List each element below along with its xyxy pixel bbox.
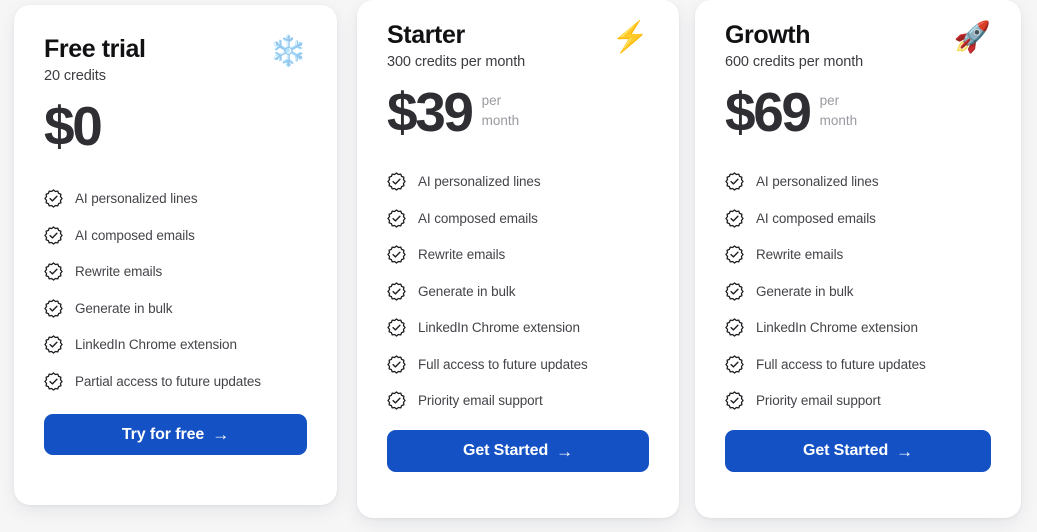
plan-credits: 300 credits per month [387, 54, 526, 70]
feature-label: AI personalized lines [75, 191, 198, 206]
feature-item: Generate in bulk [44, 298, 307, 318]
snowflake-icon: ❄️ [269, 35, 307, 68]
card-header: Free trial 20 credits ❄️ [44, 35, 307, 84]
feature-item: Partial access to future updates [44, 371, 307, 391]
feature-label: Partial access to future updates [75, 373, 261, 389]
feature-item: AI personalized lines [387, 172, 649, 191]
price-row: $39 per month [387, 84, 649, 146]
feature-label: LinkedIn Chrome extension [75, 337, 237, 352]
feature-item: Full access to future updates [387, 354, 649, 374]
feature-label: Generate in bulk [75, 300, 173, 316]
price-row: $69 per month [725, 84, 991, 146]
badge-check-icon [725, 172, 744, 191]
pricing-plans-container: Free trial 20 credits ❄️ $0 AI personali… [0, 0, 1037, 532]
feature-label: Generate in bulk [756, 283, 854, 299]
feature-item: Priority email support [387, 391, 649, 410]
pricing-card-starter: Starter 300 credits per month ⚡ $39 per … [357, 0, 679, 518]
feature-item: AI composed emails [44, 225, 307, 245]
feature-item: AI composed emails [387, 208, 649, 228]
badge-check-icon [44, 371, 63, 391]
cta-label: Get Started [462, 442, 549, 459]
arrow-right-icon: → [896, 441, 914, 461]
rocket-icon: 🚀 [953, 21, 991, 54]
badge-check-icon [44, 335, 63, 354]
feature-label: Priority email support [756, 393, 881, 408]
badge-check-icon [725, 354, 744, 374]
feature-label: Full access to future updates [756, 356, 926, 372]
feature-label: LinkedIn Chrome extension [756, 320, 918, 335]
badge-check-icon [387, 318, 406, 337]
plan-credits: 20 credits [44, 68, 106, 84]
feature-item: Rewrite emails [725, 245, 991, 264]
feature-item: Full access to future updates [725, 354, 991, 374]
feature-label: AI personalized lines [756, 174, 879, 189]
plan-price-period: per month [481, 93, 520, 128]
badge-check-icon [387, 208, 406, 228]
badge-check-icon [725, 318, 744, 337]
feature-label: Generate in bulk [418, 283, 516, 299]
card-header: Starter 300 credits per month ⚡ [387, 21, 649, 70]
get-started-button-starter[interactable]: Get Started → [387, 430, 649, 472]
plan-name: Starter [387, 21, 465, 49]
badge-check-icon [387, 245, 406, 264]
feature-label: AI personalized lines [418, 174, 541, 189]
feature-item: LinkedIn Chrome extension [725, 318, 991, 337]
lightning-bolt-icon: ⚡ [611, 21, 649, 54]
feature-label: AI composed emails [756, 210, 876, 226]
cta-label: Get Started [802, 442, 889, 459]
badge-check-icon [44, 189, 63, 208]
badge-check-icon [725, 391, 744, 410]
feature-item: Generate in bulk [387, 281, 649, 301]
pricing-card-growth: Growth 600 credits per month 🚀 $69 per m… [695, 0, 1021, 518]
pricing-card-free-trial: Free trial 20 credits ❄️ $0 AI personali… [14, 5, 337, 505]
feature-label: Rewrite emails [418, 247, 506, 262]
feature-label: Rewrite emails [75, 264, 163, 279]
feature-item: Rewrite emails [44, 262, 307, 281]
plan-name: Growth [725, 21, 811, 49]
badge-check-icon [387, 281, 406, 301]
feature-item: AI composed emails [725, 208, 991, 228]
feature-item: Generate in bulk [725, 281, 991, 301]
feature-label: Priority email support [418, 393, 543, 408]
cta-label: Try for free [121, 425, 205, 443]
plan-credits: 600 credits per month [725, 54, 864, 70]
get-started-button-growth[interactable]: Get Started → [725, 430, 991, 472]
feature-item: AI personalized lines [44, 189, 307, 208]
badge-check-icon [725, 281, 744, 301]
plan-price: $69 [725, 81, 812, 143]
feature-item: LinkedIn Chrome extension [387, 318, 649, 337]
badge-check-icon [44, 298, 63, 318]
badge-check-icon [725, 245, 744, 264]
badge-check-icon [44, 225, 63, 245]
feature-item: AI personalized lines [725, 172, 991, 191]
badge-check-icon [387, 391, 406, 410]
feature-label: Full access to future updates [418, 356, 588, 372]
plan-price-period: per month [819, 93, 858, 128]
plan-price: $39 [387, 81, 474, 143]
arrow-right-icon: → [212, 425, 230, 444]
try-for-free-button[interactable]: Try for free → [44, 414, 307, 455]
feature-label: AI composed emails [75, 227, 195, 243]
plan-name: Free trial [44, 35, 146, 63]
plan-price: $0 [44, 95, 103, 157]
feature-label: Rewrite emails [756, 247, 844, 262]
feature-item: Priority email support [725, 391, 991, 410]
feature-list: AI personalized lines AI composed emails… [44, 189, 307, 391]
feature-label: AI composed emails [418, 210, 538, 226]
feature-label: LinkedIn Chrome extension [418, 320, 580, 335]
feature-item: Rewrite emails [387, 245, 649, 264]
badge-check-icon [387, 172, 406, 191]
feature-item: LinkedIn Chrome extension [44, 335, 307, 354]
badge-check-icon [44, 262, 63, 281]
feature-list: AI personalized lines AI composed emails… [725, 172, 991, 410]
badge-check-icon [387, 354, 406, 374]
card-header: Growth 600 credits per month 🚀 [725, 21, 991, 70]
feature-list: AI personalized lines AI composed emails… [387, 172, 649, 410]
price-row: $0 [44, 98, 307, 160]
badge-check-icon [725, 208, 744, 228]
arrow-right-icon: → [556, 441, 574, 461]
